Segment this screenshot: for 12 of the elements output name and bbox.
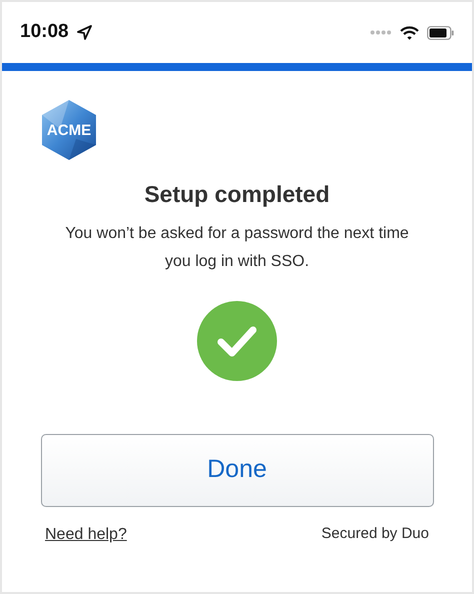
success-check-icon (196, 300, 278, 382)
location-arrow-icon (76, 25, 92, 40)
signal-icon (370, 30, 392, 35)
wifi-icon (400, 26, 419, 40)
battery-icon (427, 26, 454, 40)
done-button[interactable]: Done (40, 434, 434, 506)
message-text: You won’t be asked for a password the next time you log in with SSO. (64, 224, 410, 272)
page-title: Setup completed (144, 180, 330, 209)
logo: ACME (40, 99, 98, 161)
help-link[interactable]: Need help? (45, 522, 127, 546)
status-time: 10:08 (20, 20, 69, 44)
secured-by-text: Secured by Duo (321, 524, 429, 544)
